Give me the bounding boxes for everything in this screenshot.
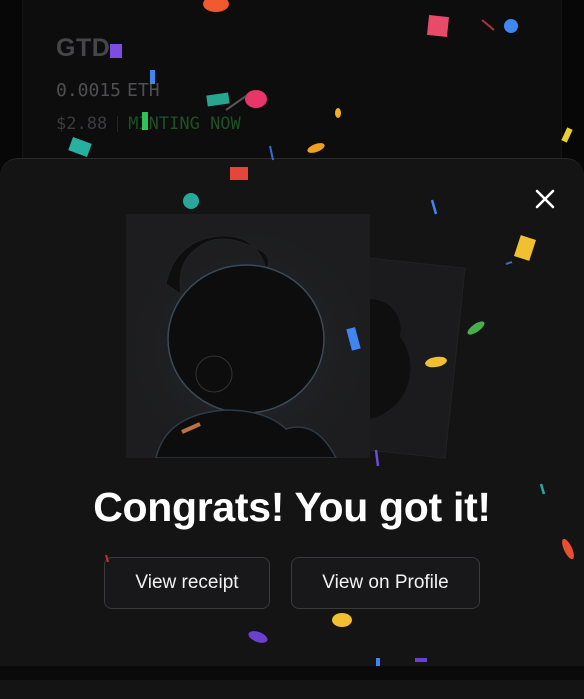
- nft-silhouette: [126, 214, 370, 458]
- success-headline: Congrats! You got it!: [93, 484, 491, 530]
- close-icon: [535, 189, 555, 209]
- bottom-bar: [0, 666, 584, 680]
- close-button[interactable]: [528, 182, 562, 216]
- view-receipt-button[interactable]: View receipt: [104, 557, 270, 609]
- nft-artwork: [126, 214, 370, 458]
- view-on-profile-button[interactable]: View on Profile: [291, 557, 480, 609]
